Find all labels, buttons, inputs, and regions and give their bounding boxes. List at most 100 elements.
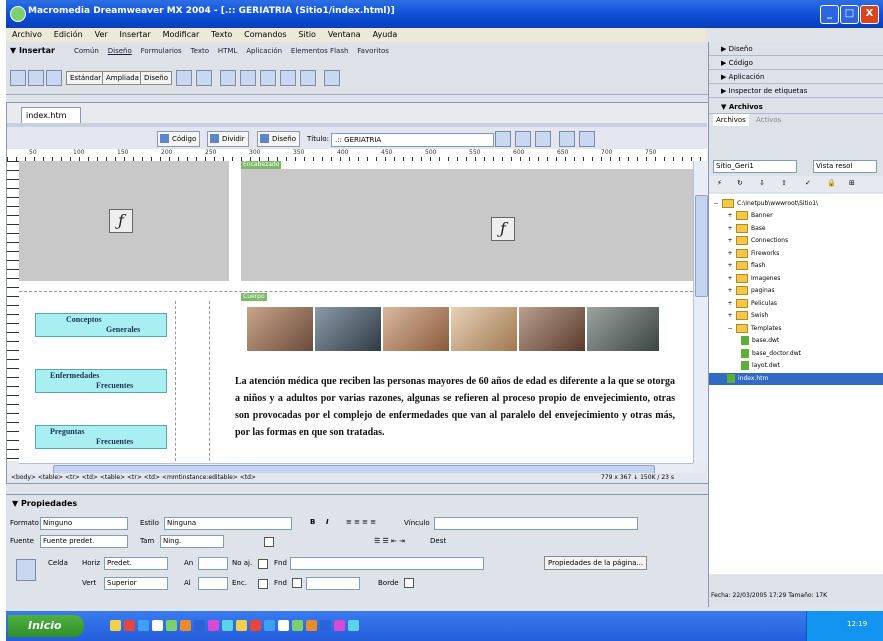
tab-aplicacion[interactable]: Aplicación [246, 47, 282, 55]
properties-title[interactable]: ▼ Propiedades [12, 499, 77, 508]
taskbar-app-icon[interactable] [110, 620, 121, 631]
page-title-input[interactable]: .:: GERIATRIA [331, 133, 494, 147]
menu-texto[interactable]: Texto [211, 28, 232, 42]
refresh-icon[interactable] [559, 131, 575, 147]
split-view-button[interactable]: Dividir [207, 131, 249, 147]
minimize-button[interactable]: _ [820, 5, 839, 24]
frame-icon[interactable] [46, 70, 62, 86]
no-wrap-checkbox[interactable] [258, 559, 268, 569]
body-paragraph[interactable]: La atención médica que reciben las perso… [235, 373, 675, 441]
bg-image-input[interactable] [290, 557, 484, 570]
tab-html[interactable]: HTML [218, 47, 237, 55]
expander[interactable]: + [727, 210, 733, 222]
file-management-icon[interactable] [495, 131, 511, 147]
taskbar-app-icon[interactable] [348, 620, 359, 631]
nav-button-preguntas[interactable]: Preguntas Frecuentes [35, 425, 167, 449]
bg-color-input[interactable] [306, 577, 360, 590]
put-files-icon[interactable]: ⇧ [781, 179, 787, 187]
menu-archivo[interactable]: Archivo [12, 28, 42, 42]
tab-comun[interactable]: Común [74, 47, 99, 55]
font-select[interactable]: Fuente predet. [40, 535, 128, 548]
taskbar-app-icon[interactable] [208, 620, 219, 631]
taskbar-app-icon[interactable] [152, 620, 163, 631]
menu-edicion[interactable]: Edición [54, 28, 83, 42]
vert-select[interactable]: Superior [104, 577, 168, 590]
title-bar[interactable]: Macromedia Dreamweaver MX 2004 - [.:: GE… [6, 0, 883, 28]
design-canvas[interactable]: ƒ Encabezado ƒ Conceptos Generales Enfer… [19, 161, 693, 463]
view-select[interactable]: Vista resol [813, 160, 877, 173]
flash-banner-left[interactable]: ƒ [19, 161, 229, 281]
taskbar-app-icon[interactable] [292, 620, 303, 631]
expander[interactable]: + [727, 223, 733, 235]
menu-modificar[interactable]: Modificar [163, 28, 200, 42]
vertical-scrollbar[interactable] [693, 161, 708, 463]
split-cell-icon[interactable] [260, 70, 276, 86]
flash-banner-header[interactable]: ƒ [241, 169, 693, 281]
view-options-icon[interactable] [579, 131, 595, 147]
start-button[interactable]: Inicio [8, 615, 84, 637]
site-select[interactable]: Sitio_Geri1 [713, 160, 797, 173]
tab-texto[interactable]: Texto [191, 47, 209, 55]
tab-formularios[interactable]: Formularios [141, 47, 182, 55]
size-select[interactable]: Ning. [160, 535, 224, 548]
menu-ayuda[interactable]: Ayuda [373, 28, 398, 42]
expander[interactable]: − [713, 198, 719, 210]
taskbar-app-icon[interactable] [180, 620, 191, 631]
tree-item[interactable]: + Peliculas [709, 298, 883, 310]
panel-inspector[interactable]: ▶ Inspector de etiquetas [709, 84, 883, 98]
scroll-thumb[interactable] [695, 195, 708, 297]
taskbar-app-icon[interactable] [250, 620, 261, 631]
nav-button-enfermedades[interactable]: Enfermedades Frecuentes [35, 369, 167, 393]
tab-diseno[interactable]: Diseño [108, 47, 132, 55]
tabular-data-icon[interactable] [324, 70, 340, 86]
tree-item[interactable]: + Banner [709, 210, 883, 222]
layout-cell-icon[interactable] [196, 70, 212, 86]
taskbar-app-icon[interactable] [264, 620, 275, 631]
tree-item[interactable]: − Templates [709, 323, 883, 335]
tab-elementos-flash[interactable]: Elementos Flash [291, 47, 348, 55]
get-files-icon[interactable]: ⇩ [759, 179, 765, 187]
tab-archivos[interactable]: Archivos [713, 114, 749, 126]
preview-icon[interactable] [515, 131, 531, 147]
taskbar-app-icon[interactable] [306, 620, 317, 631]
expander[interactable]: + [727, 260, 733, 272]
align-buttons[interactable]: ≡ ≡ ≡ ≡ [346, 518, 376, 526]
maximize-button[interactable]: □ [840, 5, 859, 24]
tree-item[interactable]: + Swish [709, 310, 883, 322]
layer-icon[interactable] [28, 70, 44, 86]
panel-archivos[interactable]: ▼ Archivos [709, 100, 883, 114]
tree-item[interactable]: + flash [709, 260, 883, 272]
insert-row-icon[interactable] [220, 70, 236, 86]
layout-table-icon[interactable] [176, 70, 192, 86]
tab-favoritos[interactable]: Favoritos [357, 47, 389, 55]
expander[interactable]: + [727, 285, 733, 297]
panel-codigo[interactable]: ▶ Código [709, 56, 883, 70]
width-input[interactable] [198, 557, 228, 570]
tree-item[interactable]: index.htm [709, 372, 883, 385]
connect-icon[interactable]: ⚡ [717, 179, 722, 187]
frames-icon[interactable] [300, 70, 316, 86]
bg-color-swatch[interactable] [292, 578, 302, 588]
tree-root[interactable]: − C:\Inetpub\wwwroot\Sitio1\ [709, 198, 883, 210]
tree-item[interactable]: base_doctor.dwt [709, 348, 883, 360]
menu-comandos[interactable]: Comandos [244, 28, 286, 42]
taskbar-app-icon[interactable] [194, 620, 205, 631]
code-view-button[interactable]: Código [157, 131, 201, 147]
menu-insertar[interactable]: Insertar [120, 28, 151, 42]
menu-ventana[interactable]: Ventana [328, 28, 361, 42]
link-input[interactable] [434, 517, 638, 530]
tag-selector[interactable]: <body> <table> <tr> <td> <table> <tr> <t… [11, 473, 256, 483]
menu-ver[interactable]: Ver [95, 28, 108, 42]
expand-icon[interactable]: ⊞ [849, 179, 855, 187]
tree-item[interactable]: base.dwt [709, 335, 883, 347]
expander[interactable]: − [727, 323, 733, 335]
italic-button[interactable]: I [326, 518, 329, 526]
table-icon[interactable] [10, 70, 26, 86]
view-ampliada-button[interactable]: Ampliada [102, 71, 143, 85]
expander[interactable]: + [727, 248, 733, 260]
page-properties-button[interactable]: Propiedades de la página... [544, 556, 648, 570]
list-buttons[interactable]: ☰ ☰ ⇤ ⇥ [374, 537, 405, 545]
expander[interactable]: + [727, 273, 733, 285]
check-in-icon[interactable]: 🔒 [827, 179, 836, 187]
nav-button-conceptos[interactable]: Conceptos Generales [35, 313, 167, 337]
